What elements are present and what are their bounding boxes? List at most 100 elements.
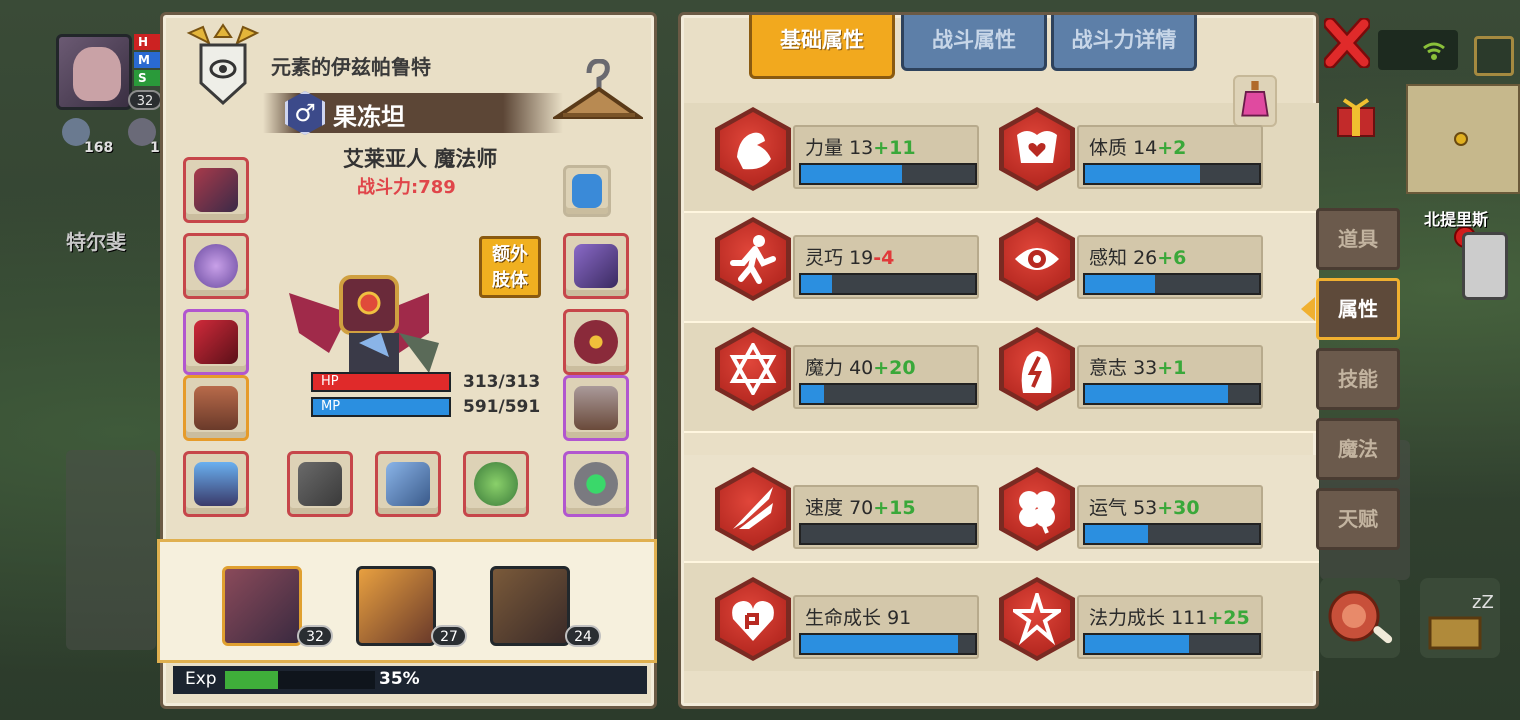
- stat-progress-bar: [1083, 633, 1261, 655]
- character-panel: 元素的伊兹帕鲁特 ♂ 果冻坦 艾莱亚人 魔法师 战斗力:789 额外 肢体 HP…: [157, 12, 657, 709]
- equip-slot-neck[interactable]: [183, 233, 249, 299]
- stat-progress-bar: [1083, 523, 1261, 545]
- class-emblem-icon: [186, 23, 260, 106]
- character-name: 果冻坦: [333, 103, 405, 131]
- stat-box: 力量 13+11: [793, 125, 979, 189]
- player-level-badge: 32: [128, 90, 162, 110]
- tab-power-details[interactable]: 战斗力详情: [1051, 15, 1197, 71]
- equip-slot-feet[interactable]: [563, 375, 629, 441]
- side-tab-items[interactable]: 道具: [1316, 208, 1400, 270]
- mp-label: MP: [321, 399, 341, 414]
- hud-stat-a: 168: [84, 140, 114, 156]
- stat-box: 生命成长 91: [793, 595, 979, 659]
- stat-card[interactable]: 体质 14+2: [999, 107, 1269, 191]
- wifi-indicator: [1378, 30, 1458, 70]
- stat-card[interactable]: 灵巧 19-4: [715, 217, 985, 301]
- stat-card[interactable]: 速度 70+15: [715, 467, 985, 551]
- equip-slot-shield[interactable]: [463, 451, 529, 517]
- stat-progress-fill: [801, 635, 958, 653]
- cloak-icon: [194, 320, 238, 364]
- side-tab-attributes[interactable]: 属性: [1316, 278, 1400, 340]
- gift-icon[interactable]: [1334, 94, 1378, 140]
- race-class-label: 艾莱亚人 魔法师: [343, 147, 498, 171]
- party-member-1[interactable]: 32: [222, 566, 333, 647]
- sleep-icon[interactable]: zZ: [1420, 578, 1500, 658]
- equip-slot-weapon-1[interactable]: [287, 451, 353, 517]
- exp-track: [225, 671, 375, 689]
- stat-card[interactable]: 感知 26+6: [999, 217, 1269, 301]
- tab-combat-attributes[interactable]: 战斗属性: [901, 15, 1047, 71]
- side-tab-talents[interactable]: 天赋: [1316, 488, 1400, 550]
- meat-icon[interactable]: [1320, 578, 1400, 658]
- hp-mini-label: H: [134, 34, 162, 50]
- minimap[interactable]: [1406, 84, 1520, 194]
- stat-box: 意志 33+1: [1077, 345, 1263, 409]
- player-avatar[interactable]: [56, 34, 132, 110]
- tab-basic-attributes[interactable]: 基础属性: [749, 15, 895, 79]
- close-icon[interactable]: [1324, 18, 1370, 68]
- character-title: 元素的伊兹帕鲁特: [271, 55, 431, 79]
- extra-limb-button[interactable]: 额外 肢体: [479, 236, 541, 298]
- hp-bar: HP: [311, 372, 451, 392]
- equip-slot-body[interactable]: [183, 375, 249, 441]
- stat-text: 意志 33+1: [1089, 353, 1186, 380]
- glove-icon: [574, 244, 618, 288]
- mp-mini-label: M: [134, 52, 162, 68]
- equip-slot-cloak[interactable]: [183, 309, 249, 375]
- stat-progress-fill: [1085, 385, 1228, 403]
- stat-text: 魔力 40+20: [805, 353, 916, 380]
- svg-text:zZ: zZ: [1472, 592, 1494, 613]
- hp-mp-bars: HP 313/313 MP 591/591: [311, 371, 540, 421]
- stat-name: 生命成长: [805, 607, 882, 629]
- equip-slot-hair[interactable]: [563, 165, 611, 217]
- stat-name: 灵巧: [805, 247, 844, 269]
- stat-name: 力量: [805, 137, 844, 159]
- stat-text: 速度 70+15: [805, 493, 916, 520]
- equip-slot-belt[interactable]: [183, 451, 249, 517]
- armor-icon: [194, 386, 238, 430]
- wing-icon: [715, 467, 791, 551]
- stat-bonus: +1: [1157, 357, 1187, 379]
- mace-icon: [386, 462, 430, 506]
- stat-text: 力量 13+11: [805, 133, 916, 160]
- stat-card[interactable]: 生命成长 91: [715, 577, 985, 661]
- phone-icon[interactable]: [1462, 232, 1508, 300]
- stat-progress-bar: [1083, 383, 1261, 405]
- exit-icon[interactable]: [1474, 36, 1514, 76]
- stat-card[interactable]: 力量 13+11: [715, 107, 985, 191]
- party-member-3[interactable]: 24: [490, 566, 601, 647]
- shell-amulet-icon: [194, 244, 238, 288]
- extra-limb-label: 额外 肢体: [492, 244, 528, 291]
- hanger-icon[interactable]: [553, 59, 643, 125]
- stat-card[interactable]: 意志 33+1: [999, 327, 1269, 411]
- stat-card[interactable]: 法力成长 111+25: [999, 577, 1269, 661]
- side-tab-skills[interactable]: 技能: [1316, 348, 1400, 410]
- stat-name: 感知: [1089, 247, 1128, 269]
- stat-progress-bar: [799, 383, 977, 405]
- equip-slot-weapon-2[interactable]: [375, 451, 441, 517]
- stat-progress-bar: [1083, 273, 1261, 295]
- runner-icon: [715, 217, 791, 301]
- stat-box: 灵巧 19-4: [793, 235, 979, 299]
- clover-icon: [999, 467, 1075, 551]
- equip-slot-head[interactable]: [183, 157, 249, 223]
- hexagram-icon: [715, 327, 791, 411]
- party-member-2[interactable]: 27: [356, 566, 467, 647]
- stat-card[interactable]: 魔力 40+20: [715, 327, 985, 411]
- stat-text: 法力成长 111+25: [1089, 603, 1250, 630]
- stat-text: 灵巧 19-4: [805, 243, 894, 270]
- hp-value: 313/313: [463, 372, 541, 392]
- wifi-icon: [1423, 42, 1445, 60]
- side-tab-magic[interactable]: 魔法: [1316, 418, 1400, 480]
- town-name: 特尔斐: [66, 230, 126, 254]
- equip-slot-hand[interactable]: [563, 233, 629, 299]
- stat-progress-fill: [1085, 635, 1190, 653]
- stat-card[interactable]: 运气 53+30: [999, 467, 1269, 551]
- equip-slot-accessory[interactable]: [563, 451, 629, 517]
- stat-progress-fill: [801, 165, 902, 183]
- crown-icon: [572, 174, 602, 208]
- stat-text: 生命成长 91: [805, 603, 911, 630]
- stat-box: 感知 26+6: [1077, 235, 1263, 299]
- equip-slot-ring[interactable]: [563, 309, 629, 375]
- stat-box: 法力成长 111+25: [1077, 595, 1263, 659]
